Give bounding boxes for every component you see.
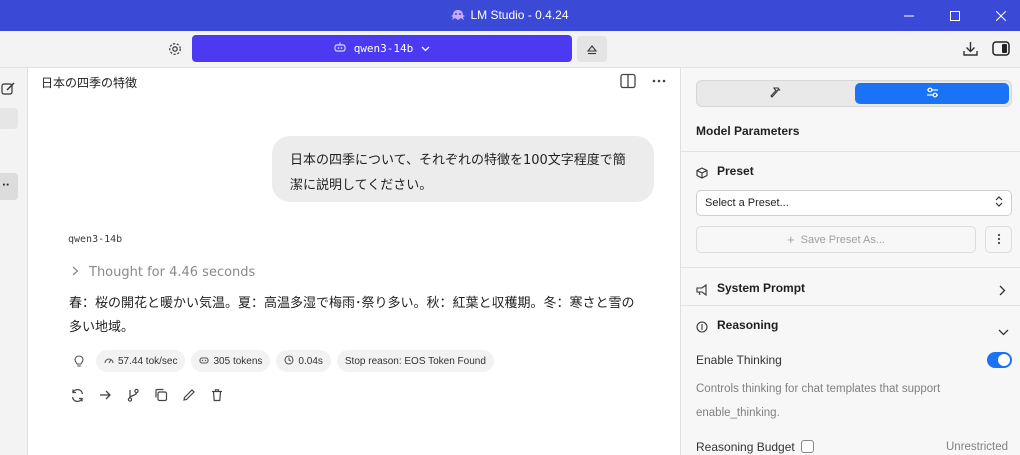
save-preset-as-button[interactable]: + Save Preset As... [696,226,976,253]
regenerate-icon[interactable] [68,386,86,404]
generation-stats: 57.44 tok/sec 305 tokens 0.04s Stop reas… [68,350,494,372]
branch-icon[interactable] [124,386,142,404]
assistant-answer: 春：桜の開花と暖かい気温。夏：高温多湿で梅雨･祭り多い。秋：紅葉と収穫期。冬：寒… [69,296,635,335]
eject-model-button[interactable] [577,36,607,62]
assistant-model-name: qwen3-14b [68,234,123,245]
chevron-right-icon [72,265,79,280]
reasoning-budget-checkbox[interactable] [801,440,814,453]
tab-tools[interactable] [699,83,853,104]
enable-thinking-toggle[interactable] [987,352,1012,368]
top-toolbar: qwen3-14b [0,31,1020,68]
settings-gear-icon[interactable] [167,41,183,61]
hammer-icon [769,84,783,103]
reasoning-icon [696,318,708,337]
continue-arrow-icon[interactable] [96,386,114,404]
reasoning-budget-label: Reasoning Budget [696,440,795,454]
tab-model-settings[interactable] [855,83,1009,104]
speedometer-icon [104,356,114,367]
split-view-icon[interactable] [620,73,636,93]
chevron-down-icon [421,42,430,55]
up-down-chevron-icon [995,196,1003,210]
panel-mode-switch [696,80,1012,107]
divider [681,305,1020,306]
stop-reason-chip: Stop reason: EOS Token Found [336,350,494,372]
system-prompt-label[interactable]: System Prompt [717,281,805,295]
thought-toggle[interactable]: Thought for 4.46 seconds [72,265,255,280]
divider [681,267,1020,268]
edit-pencil-icon[interactable] [180,386,198,404]
vertical-dots-icon [997,230,1001,249]
thought-label: Thought for 4.46 seconds [89,265,256,280]
left-sidebar-strip: ·· [0,68,28,455]
model-robot-icon [334,42,346,55]
model-selector-button[interactable]: qwen3-14b [192,35,572,62]
thinking-description-line2: enable_thinking. [696,407,780,419]
system-prompt-icon [696,281,709,300]
title-separator: - [524,8,536,22]
close-button[interactable] [978,0,1020,31]
more-options-icon[interactable] [652,73,666,92]
model-name: qwen3-14b [353,42,414,55]
minimize-button[interactable] [886,0,932,31]
download-icon[interactable] [962,40,979,61]
plus-icon: + [787,232,795,247]
new-chat-edit-icon[interactable] [1,81,15,100]
tokens-icon [199,356,210,367]
clock-icon [284,354,294,368]
delete-trash-icon[interactable] [208,386,226,404]
maximize-button[interactable] [932,0,978,31]
chat-title[interactable]: 日本の四季の特徴 [41,74,137,91]
speed-chip: 57.44 tok/sec [96,350,186,372]
chevron-down-icon[interactable] [998,321,1009,340]
window-title: LM Studio - 0.4.24 [0,8,1020,24]
chat-area: 日本の四季の特徴 日本の四季について、それぞれの特徴を100文字程度で簡潔に説明… [28,68,680,455]
message-actions [68,386,226,404]
enable-thinking-label: Enable Thinking [696,353,782,367]
eject-icon [586,40,598,59]
thinking-description-line1: Controls thinking for chat templates tha… [696,383,941,395]
app-version: 0.4.24 [535,8,569,22]
preset-select[interactable]: Select a Preset... [696,190,1012,216]
chevron-right-icon[interactable] [999,281,1006,300]
tokens-chip: 305 tokens [191,350,271,372]
app-name: LM Studio [470,8,525,22]
user-message-bubble: 日本の四季について、それぞれの特徴を100文字程度で簡潔に説明してください。 [272,136,654,202]
title-bar: LM Studio - 0.4.24 [0,0,1020,31]
lmstudio-logo-icon [451,9,466,24]
reasoning-budget-value: Unrestricted [946,441,1008,453]
copy-icon[interactable] [152,386,170,404]
sidebar-chat-item[interactable] [0,108,18,129]
panel-header: Model Parameters [696,124,800,138]
model-parameters-panel: Model Parameters Preset Select a Preset.… [680,68,1020,455]
more-dots-icon[interactable]: ·· [2,180,10,191]
lightbulb-icon[interactable] [68,354,90,368]
divider [681,151,1020,152]
sliders-icon [926,84,939,103]
time-chip: 0.04s [276,350,331,372]
cube-icon [696,164,708,183]
toggle-right-panel-icon[interactable] [992,40,1010,61]
preset-more-options-button[interactable] [985,226,1012,253]
reasoning-label[interactable]: Reasoning [717,318,778,332]
sidebar-chat-item-active[interactable]: ·· [0,173,18,200]
preset-label: Preset [717,164,754,178]
